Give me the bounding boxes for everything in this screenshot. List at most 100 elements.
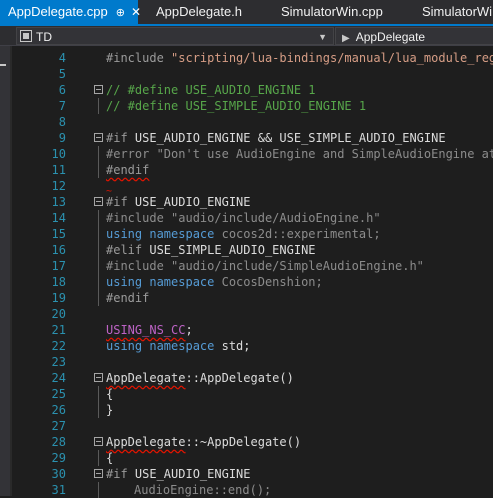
code-token: } xyxy=(106,403,114,417)
collapse-icon[interactable] xyxy=(94,197,103,206)
code-line[interactable]: 19 #endif xyxy=(0,290,493,306)
line-number: 5 xyxy=(58,67,66,81)
tab-label: AppDelegate.h xyxy=(156,4,243,19)
code-line[interactable]: 14 #include "audio/include/AudioEngine.h" xyxy=(0,210,493,226)
code-line[interactable]: 8 xyxy=(0,114,493,130)
code-line[interactable]: 27 xyxy=(0,418,493,434)
code-line[interactable]: 29 { xyxy=(0,450,493,466)
code-line[interactable]: 25 { xyxy=(0,386,493,402)
code-token: namespace xyxy=(149,275,222,289)
tab-appdelegate-cpp[interactable]: AppDelegate.cpp ⊕ ✕ xyxy=(0,0,141,24)
code-line[interactable]: 20 xyxy=(0,306,493,322)
code-token: CocosDenshion; xyxy=(221,275,323,289)
outline-guide xyxy=(98,162,99,178)
code-token: USE_AUDIO_ENGINE xyxy=(134,195,251,209)
project-icon xyxy=(20,30,32,42)
line-number: 20 xyxy=(51,307,66,321)
outline-guide xyxy=(98,450,99,466)
code-line[interactable]: 15 using namespace cocos2d::experimental; xyxy=(0,226,493,242)
collapse-icon[interactable] xyxy=(94,469,103,478)
code-line[interactable]: 16 #elif USE_SIMPLE_AUDIO_ENGINE xyxy=(0,242,493,258)
member-name: AppDelegate xyxy=(355,30,426,44)
code-line[interactable]: 6 // #define USE_AUDIO_ENGINE 1 xyxy=(0,82,493,98)
collapse-icon[interactable] xyxy=(94,373,103,382)
code-token: #if xyxy=(106,467,135,481)
code-token: "audio/include/SimpleAudioEngine.h" xyxy=(171,259,424,273)
line-number: 16 xyxy=(51,243,66,257)
code-editor[interactable]: 4 #include "scripting/lua-bindings/manual… xyxy=(0,46,493,498)
close-icon[interactable]: ✕ xyxy=(131,5,141,19)
code-token: USE_AUDIO_ENGINE && USE_SIMPLE_AUDIO_ENG… xyxy=(134,131,446,145)
code-lines: 4 #include "scripting/lua-bindings/manual… xyxy=(0,50,493,498)
line-number: 10 xyxy=(51,147,66,161)
code-line[interactable]: 21 USING_NS_CC; xyxy=(0,322,493,338)
code-line[interactable]: 28 AppDelegate::~AppDelegate() xyxy=(0,434,493,450)
line-number: 9 xyxy=(58,131,66,145)
line-number: 11 xyxy=(51,163,66,177)
code-text: #endif xyxy=(106,290,149,306)
outline-guide xyxy=(98,98,99,114)
code-token: // #define USE_SIMPLE_AUDIO_ENGINE 1 xyxy=(106,99,367,113)
code-token: using xyxy=(106,275,150,289)
project-dropdown[interactable]: TD ▼ xyxy=(16,27,334,45)
tab-simulatorwin-cpp[interactable]: SimulatorWin.cpp xyxy=(273,0,413,24)
code-token: using xyxy=(106,339,150,353)
code-line[interactable]: 22 using namespace std; xyxy=(0,338,493,354)
code-line[interactable]: 18 using namespace CocosDenshion; xyxy=(0,274,493,290)
code-token: // #define USE_AUDIO_ENGINE 1 xyxy=(106,83,316,97)
code-line[interactable]: 13 #if USE_AUDIO_ENGINE xyxy=(0,194,493,210)
line-number: 12 xyxy=(51,179,66,193)
tab-label: SimulatorWin.cpp xyxy=(281,4,383,19)
navigation-bar: TD ▼ ▶ AppDelegate xyxy=(0,26,493,46)
code-line[interactable]: 24 AppDelegate::AppDelegate() xyxy=(0,370,493,386)
code-token: cocos2d::experimental; xyxy=(221,227,381,241)
line-number: 8 xyxy=(58,115,66,129)
line-number: 25 xyxy=(51,387,66,401)
code-line[interactable]: 9 #if USE_AUDIO_ENGINE && USE_SIMPLE_AUDI… xyxy=(0,130,493,146)
code-text: // #define USE_AUDIO_ENGINE 1 xyxy=(106,82,316,98)
line-number: 28 xyxy=(51,435,66,449)
code-text: } xyxy=(106,402,113,418)
code-text: { xyxy=(106,386,113,402)
code-token: namespace xyxy=(149,227,222,241)
code-line[interactable]: 11 #endif xyxy=(0,162,493,178)
member-dropdown[interactable]: ▶ AppDelegate xyxy=(335,27,493,45)
code-text: USING_NS_CC; xyxy=(106,322,193,338)
code-token: #include xyxy=(106,51,172,65)
code-token: ::AppDelegate() xyxy=(185,371,294,385)
tab-label: AppDelegate.cpp xyxy=(8,4,108,19)
line-number: 4 xyxy=(58,51,66,65)
collapse-icon[interactable] xyxy=(94,133,103,142)
collapse-icon[interactable] xyxy=(94,437,103,446)
pin-icon[interactable]: ⊕ xyxy=(116,7,125,19)
tab-simulatorwin[interactable]: SimulatorWin xyxy=(414,0,493,24)
code-line[interactable]: 23 xyxy=(0,354,493,370)
code-token: #include xyxy=(106,259,172,273)
code-line[interactable]: 5 xyxy=(0,66,493,82)
code-line[interactable]: 7 // #define USE_SIMPLE_AUDIO_ENGINE 1 xyxy=(0,98,493,114)
code-line[interactable]: 12 ~ xyxy=(0,178,493,197)
code-line[interactable]: 10 #error "Don't use AudioEngine and Simp… xyxy=(0,146,493,162)
code-text: #error "Don't use AudioEngine and Simple… xyxy=(106,146,493,162)
collapse-icon[interactable] xyxy=(94,85,103,94)
code-token: "Don't use AudioEngine and SimpleAudioEn… xyxy=(156,147,493,161)
code-text: #endif xyxy=(106,162,149,178)
code-line[interactable]: 4 #include "scripting/lua-bindings/manual… xyxy=(0,50,493,66)
line-number: 23 xyxy=(51,355,66,369)
code-token: { xyxy=(106,387,114,401)
code-token: std; xyxy=(221,339,251,353)
code-token: AppDelegate xyxy=(106,371,186,385)
outline-guide xyxy=(98,146,99,162)
code-line[interactable]: 26} xyxy=(0,402,493,418)
code-line[interactable]: 17 #include "audio/include/SimpleAudioEng… xyxy=(0,258,493,274)
project-name: TD xyxy=(36,30,52,44)
tab-appdelegate-h[interactable]: AppDelegate.h xyxy=(148,0,270,24)
code-token: #elif xyxy=(106,243,150,257)
arrow-right-icon: ▶ xyxy=(342,33,350,44)
code-line[interactable]: 30 #if USE_AUDIO_ENGINE xyxy=(0,466,493,482)
line-number: 7 xyxy=(58,99,66,113)
outline-guide xyxy=(98,402,99,418)
outline-guide xyxy=(98,210,99,226)
outline-guide xyxy=(98,274,99,290)
code-token: AppDelegate xyxy=(106,435,186,449)
